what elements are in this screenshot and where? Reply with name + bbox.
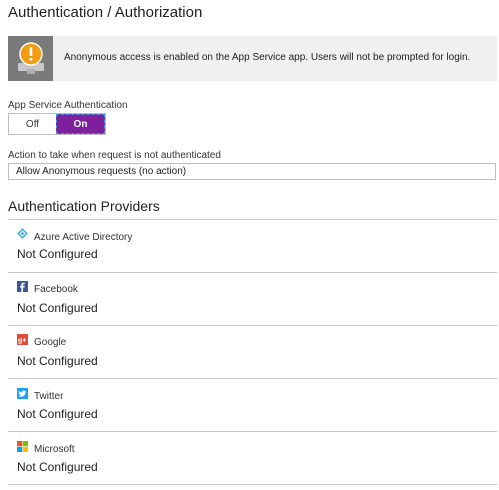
unauthenticated-action-select[interactable]: Allow Anonymous requests (no action) [8, 163, 496, 180]
provider-status: Not Configured [17, 301, 98, 315]
provider-status: Not Configured [17, 407, 98, 421]
page-title: Authentication / Authorization [8, 4, 203, 21]
anonymous-access-warning: Anonymous access is enabled on the App S… [8, 36, 497, 81]
unauthenticated-action-value: Allow Anonymous requests (no action) [16, 166, 187, 177]
warning-icon [8, 36, 53, 81]
toggle-off-button[interactable]: Off [9, 114, 56, 134]
azure-ad-icon [17, 228, 28, 239]
app-service-auth-label: App Service Authentication [8, 100, 128, 111]
toggle-on-button[interactable]: On [56, 114, 105, 134]
provider-row-facebook[interactable]: Facebook Not Configured [8, 272, 497, 326]
provider-name: Azure Active Directory [34, 232, 133, 243]
action-label: Action to take when request is not authe… [8, 150, 221, 161]
facebook-icon [17, 281, 28, 292]
provider-status: Not Configured [17, 460, 98, 474]
twitter-icon [17, 388, 28, 399]
providers-section-title: Authentication Providers [8, 198, 160, 214]
google-icon: g+ [17, 334, 28, 345]
microsoft-icon [17, 441, 28, 452]
provider-name: Facebook [34, 284, 78, 295]
provider-name: Twitter [34, 391, 64, 402]
provider-status: Not Configured [17, 247, 98, 261]
providers-bottom-divider [8, 484, 497, 485]
provider-name: Google [34, 337, 67, 348]
provider-row-twitter[interactable]: Twitter Not Configured [8, 378, 497, 432]
app-service-auth-toggle[interactable]: Off On [8, 113, 106, 135]
provider-row-google[interactable]: g+ Google Not Configured [8, 325, 497, 379]
provider-name: Microsoft [34, 444, 75, 455]
provider-row-azure-ad[interactable]: Azure Active Directory Not Configured [8, 219, 497, 273]
svg-text:g+: g+ [18, 337, 26, 344]
provider-row-microsoft[interactable]: Microsoft Not Configured [8, 431, 497, 485]
provider-status: Not Configured [17, 354, 98, 368]
warning-message: Anonymous access is enabled on the App S… [64, 52, 471, 63]
